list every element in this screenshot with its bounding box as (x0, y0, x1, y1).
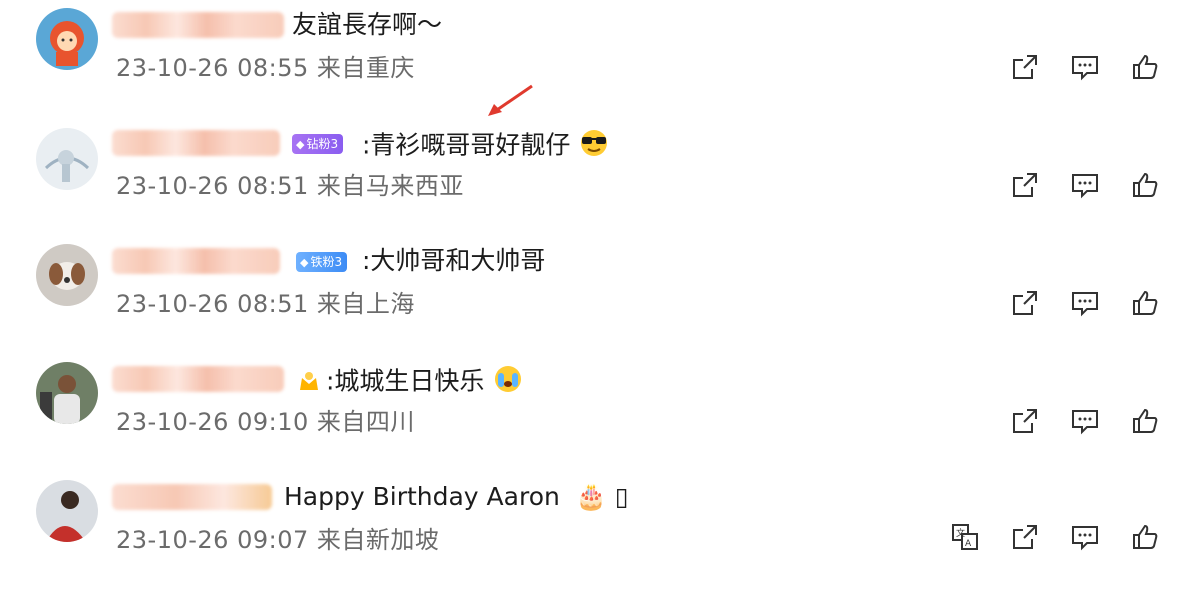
comment-text: 友誼長存啊～ (292, 10, 443, 39)
avatar[interactable] (36, 480, 98, 542)
avatar[interactable] (36, 8, 98, 70)
avatar[interactable] (36, 128, 98, 190)
username-blurred[interactable] (112, 366, 284, 392)
comment-time: 23-10-26 08:55 (116, 54, 309, 82)
username-blurred[interactable] (112, 12, 284, 38)
comment-meta: 23-10-26 08:51 来自上海 (116, 290, 415, 318)
fan-badge: ◆ 铁粉3 (296, 252, 348, 272)
comment-location: 来自马来西亚 (316, 172, 464, 200)
share-icon[interactable] (1010, 170, 1040, 200)
comment-icon[interactable] (1070, 406, 1100, 436)
badge-label: 钻粉3 (306, 137, 339, 151)
diamond-icon: ◆ (296, 138, 305, 151)
comment-icon[interactable] (1070, 52, 1100, 82)
comment-text: :城城生日快乐 (326, 364, 524, 401)
share-icon[interactable] (1010, 522, 1040, 552)
comment-location: 来自重庆 (316, 54, 415, 82)
comment-text: :青衫嘅哥哥好靓仔 (362, 128, 610, 165)
avatar[interactable] (36, 362, 98, 424)
avatar[interactable] (36, 244, 98, 306)
share-icon[interactable] (1010, 288, 1040, 318)
cake-emoji-icon: 🎂 ▯ (575, 482, 629, 511)
sunglasses-emoji-icon (578, 128, 610, 165)
thumbs-up-icon[interactable] (1130, 406, 1160, 436)
username-blurred[interactable] (112, 130, 280, 156)
translate-icon[interactable]: 文A (950, 522, 980, 552)
fan-badge: ◆ 钻粉3 (292, 134, 344, 154)
red-arrow-annotation (488, 84, 533, 116)
thumbs-up-icon[interactable] (1130, 522, 1160, 552)
comment-icon[interactable] (1070, 170, 1100, 200)
comment-meta: 23-10-26 08:55 来自重庆 (116, 54, 415, 82)
comment-location: 来自上海 (316, 290, 415, 318)
fan-badge-icon (296, 368, 322, 398)
username-blurred[interactable] (112, 484, 272, 510)
comment-text: Happy Birthday Aaron 🎂 ▯ (284, 482, 629, 512)
comment-meta: 23-10-26 09:07 来自新加坡 (116, 526, 439, 554)
svg-text:A: A (965, 539, 972, 549)
comment-location: 来自四川 (316, 408, 415, 436)
thumbs-up-icon[interactable] (1130, 170, 1160, 200)
share-icon[interactable] (1010, 406, 1040, 436)
comment-text-body: :青衫嘅哥哥好靓仔 (362, 130, 571, 160)
comment-text: :大帅哥和大帅哥 (362, 246, 546, 275)
diamond-icon: ◆ (300, 256, 309, 269)
comment-meta: 23-10-26 09:10 来自四川 (116, 408, 415, 436)
comment-icon[interactable] (1070, 522, 1100, 552)
comment-time: 23-10-26 08:51 (116, 172, 309, 200)
crying-emoji-icon (492, 364, 524, 401)
comment-location: 来自新加坡 (316, 526, 440, 554)
comment-text-body: :城城生日快乐 (326, 366, 485, 396)
comment-time: 23-10-26 09:10 (116, 408, 309, 436)
badge-label: 铁粉3 (310, 255, 343, 269)
comment-time: 23-10-26 09:07 (116, 526, 309, 554)
thumbs-up-icon[interactable] (1130, 52, 1160, 82)
comment-time: 23-10-26 08:51 (116, 290, 309, 318)
comment-icon[interactable] (1070, 288, 1100, 318)
share-icon[interactable] (1010, 52, 1040, 82)
svg-text:文: 文 (956, 527, 965, 539)
comment-meta: 23-10-26 08:51 来自马来西亚 (116, 172, 464, 200)
thumbs-up-icon[interactable] (1130, 288, 1160, 318)
username-blurred[interactable] (112, 248, 280, 274)
comment-text-body: Happy Birthday Aaron (284, 482, 560, 511)
